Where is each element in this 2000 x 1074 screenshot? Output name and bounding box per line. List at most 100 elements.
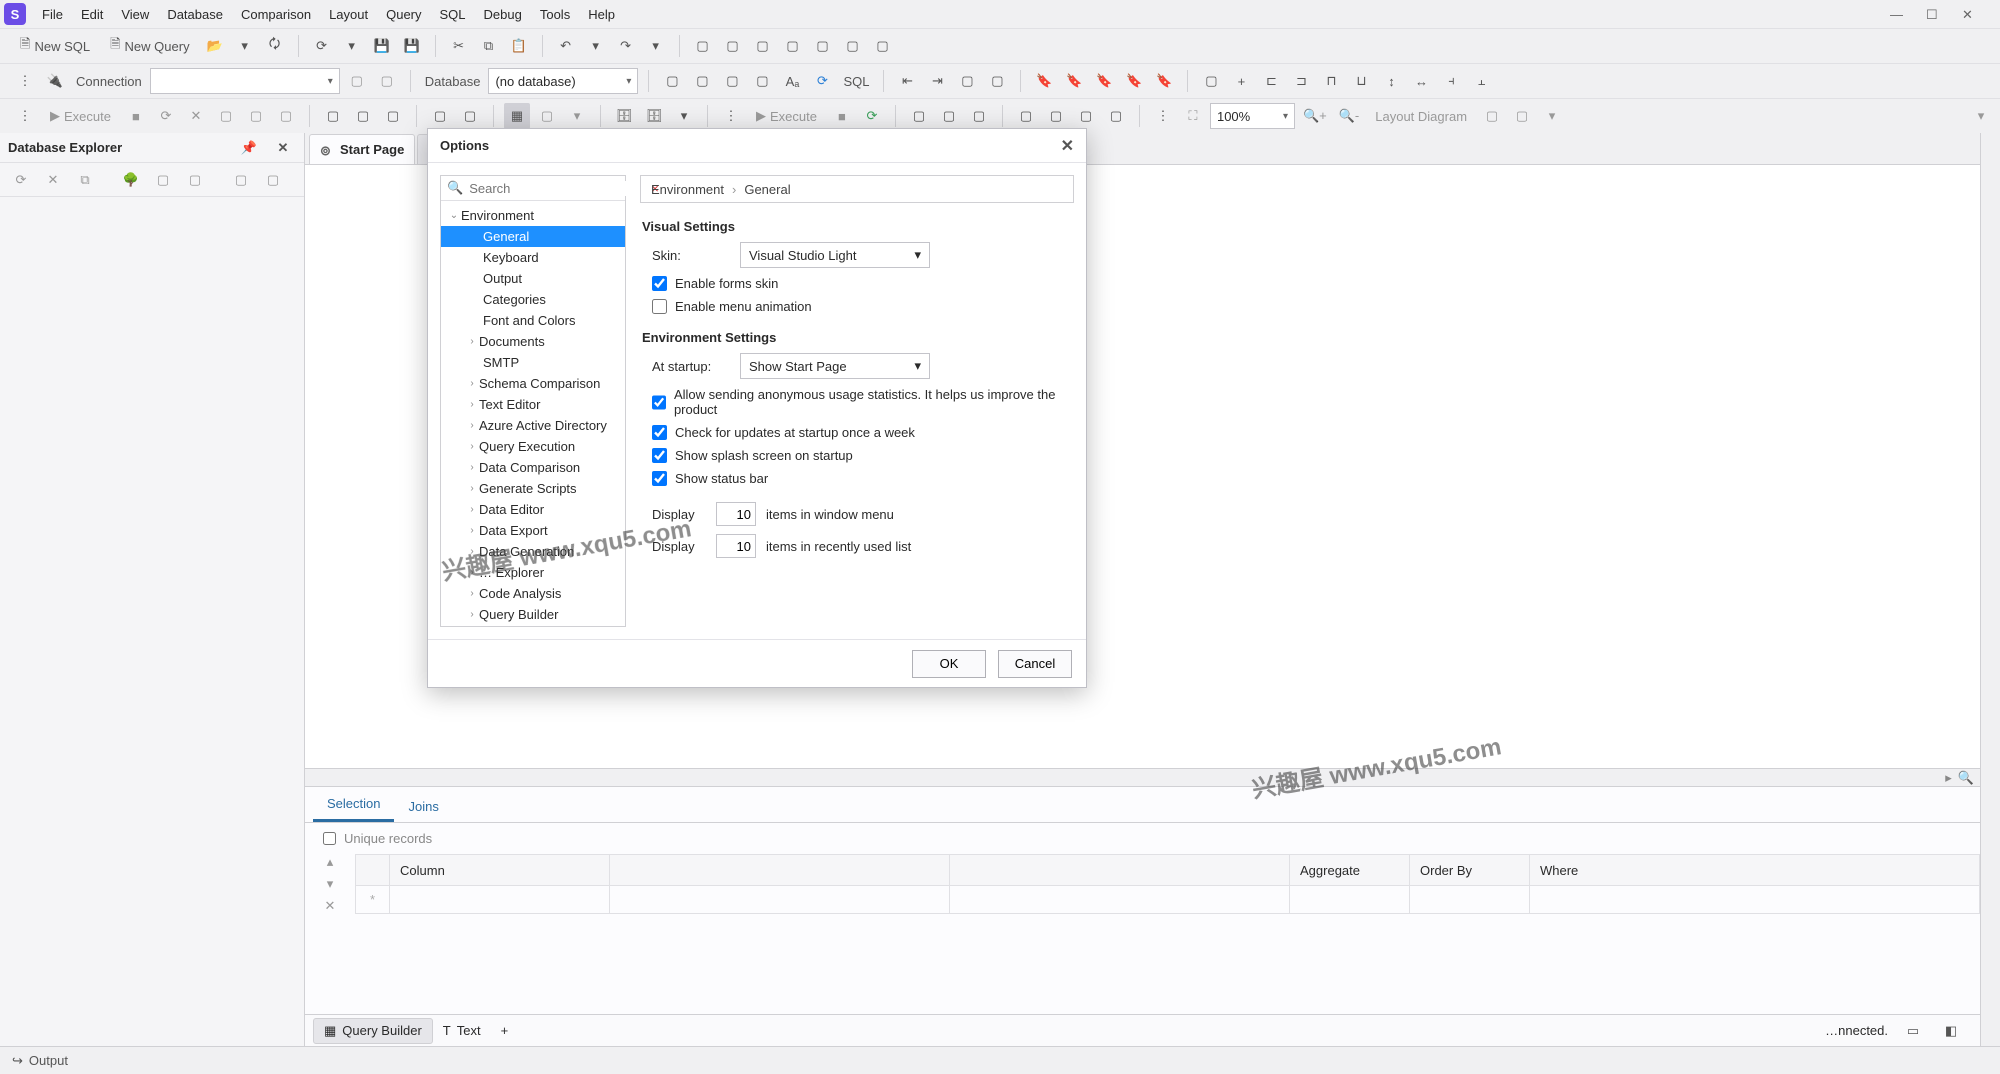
align-icon-8[interactable]: ↔ xyxy=(1408,68,1434,94)
db-tool-1[interactable]: ▢ xyxy=(659,68,685,94)
tool-icon-a[interactable]: ▢ xyxy=(690,33,716,59)
align-icon-3[interactable]: ⊏ xyxy=(1258,68,1284,94)
refresh-icon[interactable]: ⟳ xyxy=(309,33,335,59)
cut-icon[interactable]: ✂ xyxy=(446,33,472,59)
cancel-exec-icon[interactable]: ✕ xyxy=(183,103,209,129)
tool-icon-f[interactable]: ▢ xyxy=(840,33,866,59)
tab-start-page[interactable]: ⊚ Start Page xyxy=(309,134,415,164)
copy-icon[interactable]: ⧉ xyxy=(476,33,502,59)
tool-icon-g[interactable]: ▢ xyxy=(870,33,896,59)
align-icon-10[interactable]: ⫠ xyxy=(1468,68,1494,94)
check-updates-checkbox[interactable] xyxy=(652,425,667,440)
search-mini-icon[interactable]: 🔍 xyxy=(1958,770,1974,786)
align-icon-6[interactable]: ⊔ xyxy=(1348,68,1374,94)
window-menu-count-input[interactable] xyxy=(716,502,756,526)
bookmark-icon[interactable]: 🔖 xyxy=(1031,68,1057,94)
new-sql-button[interactable]: 🗎New SQL xyxy=(12,33,98,59)
save-all-icon[interactable]: 💾 xyxy=(399,33,425,59)
layout-diagram-button[interactable]: Layout Diagram xyxy=(1367,103,1475,129)
db-tool-5[interactable]: Aₐ xyxy=(779,68,805,94)
ok-button[interactable]: OK xyxy=(912,650,986,678)
reload-icon[interactable]: ⟳ xyxy=(153,103,179,129)
zoom-out-icon[interactable]: 🔍- xyxy=(1335,103,1364,129)
align-icon-4[interactable]: ⊐ xyxy=(1288,68,1314,94)
refresh-green-icon[interactable]: ⟳ xyxy=(859,103,885,129)
stop-icon-2[interactable]: ■ xyxy=(829,103,855,129)
paste-icon[interactable]: 📋 xyxy=(506,33,532,59)
conn-tool-b[interactable]: ▢ xyxy=(374,68,400,94)
startup-combo[interactable]: Show Start Page▾ xyxy=(740,353,930,379)
align-icon-1[interactable]: ▢ xyxy=(1198,68,1224,94)
tree-data-export[interactable]: ›Data Export xyxy=(441,520,625,541)
db-tool-2[interactable]: ▢ xyxy=(689,68,715,94)
tool-icon-e[interactable]: ▢ xyxy=(810,33,836,59)
col-blank-2[interactable] xyxy=(950,855,1290,886)
save-blue-icon[interactable]: 💾 xyxy=(369,33,395,59)
explorer-tool-a[interactable]: ▢ xyxy=(150,167,176,193)
menu-sql[interactable]: SQL xyxy=(432,3,474,26)
cancel-button[interactable]: Cancel xyxy=(998,650,1072,678)
db-icon-b[interactable]: 🗄 xyxy=(641,103,667,129)
options-search-input[interactable] xyxy=(469,181,645,196)
explorer-tool-b[interactable]: ▢ xyxy=(182,167,208,193)
explorer-delete-icon[interactable]: ✕ xyxy=(40,167,66,193)
layout-tool-d[interactable]: ▢ xyxy=(1103,103,1129,129)
selection-grid[interactable]: Column Aggregate Order By Where * xyxy=(355,854,1980,914)
align-icon-7[interactable]: ↕ xyxy=(1378,68,1404,94)
refresh-blue-icon[interactable]: ⟳ xyxy=(809,68,835,94)
exec-tool-a[interactable]: ▢ xyxy=(213,103,239,129)
menu-comparison[interactable]: Comparison xyxy=(233,3,319,26)
layout-tool-a[interactable]: ▢ xyxy=(1013,103,1039,129)
layout-tool-b[interactable]: ▢ xyxy=(1043,103,1069,129)
tree-azure[interactable]: ›Azure Active Directory xyxy=(441,415,625,436)
btab-query-builder[interactable]: ▦ Query Builder xyxy=(313,1018,433,1044)
execute-button-2[interactable]: ▶Execute xyxy=(748,103,825,129)
tree-explorer[interactable]: ›… Explorer xyxy=(441,562,625,583)
explorer-tool-c[interactable]: ▢ xyxy=(228,167,254,193)
explorer-copy-icon[interactable]: ⧉ xyxy=(72,167,98,193)
menu-help[interactable]: Help xyxy=(580,3,623,26)
explorer-refresh-icon[interactable]: ⟳ xyxy=(8,167,34,193)
sql-icon[interactable]: SQL xyxy=(839,68,873,94)
grip-icon[interactable]: ⋮ xyxy=(12,68,38,94)
menu-edit[interactable]: Edit xyxy=(73,3,111,26)
indent-icon[interactable]: ⇤ xyxy=(894,68,920,94)
grid-dropdown[interactable]: ▾ xyxy=(564,103,590,129)
maximize-icon[interactable]: ☐ xyxy=(1926,7,1940,21)
close-window-icon[interactable]: ✕ xyxy=(1962,7,1976,21)
exec-tool-b[interactable]: ▢ xyxy=(243,103,269,129)
tree-categories[interactable]: Categories xyxy=(441,289,625,310)
tree-documents[interactable]: ›Documents xyxy=(441,331,625,352)
menu-layout[interactable]: Layout xyxy=(321,3,376,26)
align-icon-9[interactable]: ⫞ xyxy=(1438,68,1464,94)
btab-add[interactable]: + xyxy=(491,1019,519,1042)
col-where[interactable]: Where xyxy=(1530,855,1980,886)
debug-tool-c[interactable]: ▢ xyxy=(966,103,992,129)
grip-icon-3[interactable]: ⋮ xyxy=(718,103,744,129)
tree-smtp[interactable]: SMTP xyxy=(441,352,625,373)
tree-data-generation[interactable]: ›Data Generation xyxy=(441,541,625,562)
menu-file[interactable]: File xyxy=(34,3,71,26)
tree-data-comparison[interactable]: ›Data Comparison xyxy=(441,457,625,478)
db-tool-3[interactable]: ▢ xyxy=(719,68,745,94)
tree-generate-scripts[interactable]: ›Generate Scripts xyxy=(441,478,625,499)
grid-tool-a[interactable]: ▢ xyxy=(534,103,560,129)
allow-stats-checkbox[interactable] xyxy=(652,395,666,410)
tree-general[interactable]: General xyxy=(441,226,625,247)
tab-joins[interactable]: Joins xyxy=(394,791,452,822)
row-up-icon[interactable]: ▴ xyxy=(327,854,334,870)
overflow-dropdown[interactable]: ▾ xyxy=(1968,103,1994,129)
col-aggregate[interactable]: Aggregate xyxy=(1290,855,1410,886)
pin-icon[interactable]: 📌 xyxy=(236,135,262,161)
tree-query-builder[interactable]: ›Query Builder xyxy=(441,604,625,625)
explorer-tree-icon[interactable]: 🌳 xyxy=(118,167,144,193)
format-icon-b[interactable]: ▢ xyxy=(984,68,1010,94)
panel-icon-b[interactable]: ◧ xyxy=(1938,1018,1964,1044)
scroll-right-icon[interactable]: ▸ xyxy=(1945,770,1952,786)
options-close-icon[interactable]: ✕ xyxy=(1061,136,1074,156)
db-tool-4[interactable]: ▢ xyxy=(749,68,775,94)
enable-forms-skin-checkbox[interactable] xyxy=(652,276,667,291)
grip-icon-2[interactable]: ⋮ xyxy=(12,103,38,129)
exec-tool-g[interactable]: ▢ xyxy=(427,103,453,129)
statusbar-checkbox[interactable] xyxy=(652,471,667,486)
